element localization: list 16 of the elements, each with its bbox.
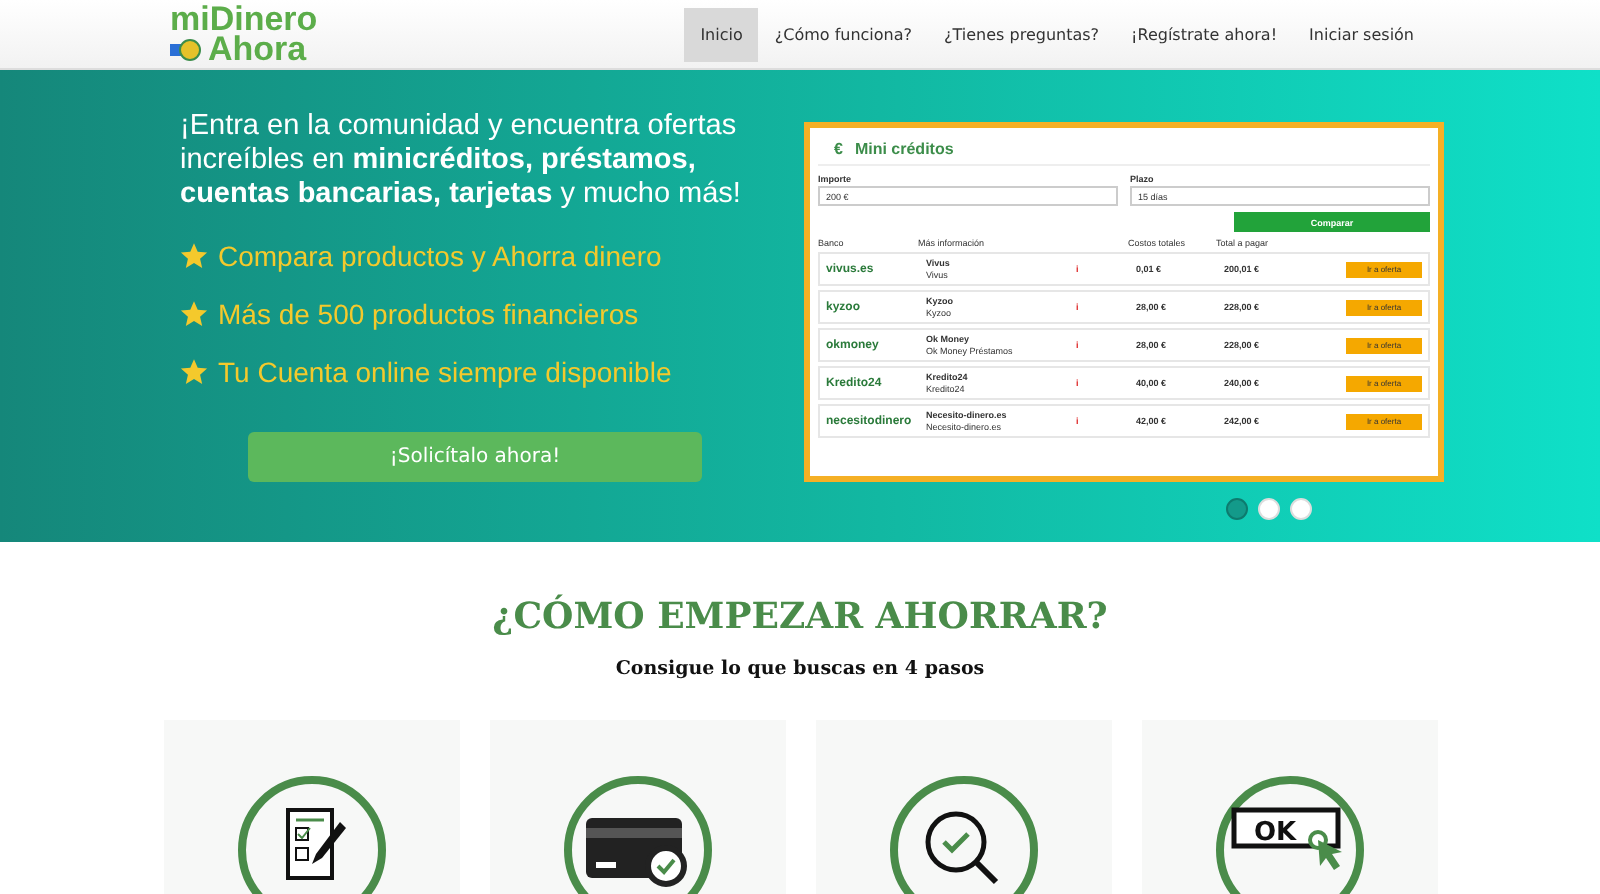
section-title: ¿CÓMO EMPEZAR AHORRAR? bbox=[492, 596, 1108, 638]
ok-step-icon: OK bbox=[1213, 774, 1365, 894]
logo-text: Ahora bbox=[208, 34, 307, 64]
feature-text: Más de 500 productos financieros bbox=[218, 298, 639, 330]
feature-text: Tu Cuenta online siempre disponible bbox=[218, 356, 672, 388]
nav-link[interactable]: ¿Cómo funciona? bbox=[758, 7, 929, 61]
nav-link[interactable]: Inicio bbox=[684, 7, 759, 61]
slide-title: Mini créditos bbox=[854, 140, 954, 158]
hero-heading: ¡Entra en la comunidad y encuentra ofertas increíbles en minicréditos, préstamos, cuentas bancarias, tarjetas y mucho más! bbox=[180, 110, 743, 212]
euro-icon: € bbox=[834, 140, 843, 158]
logo-text: miDinero bbox=[170, 4, 318, 34]
section-subtitle: Consigue lo que buscas en 4 pasos bbox=[615, 658, 985, 680]
nav-link[interactable]: ¡Regístrate ahora! bbox=[1115, 7, 1294, 61]
nav-link[interactable]: Iniciar sesión bbox=[1293, 7, 1430, 61]
nav-link[interactable]: ¿Tienes preguntas? bbox=[928, 7, 1116, 61]
feature-text: Compara productos y Ahorra dinero bbox=[218, 240, 662, 272]
